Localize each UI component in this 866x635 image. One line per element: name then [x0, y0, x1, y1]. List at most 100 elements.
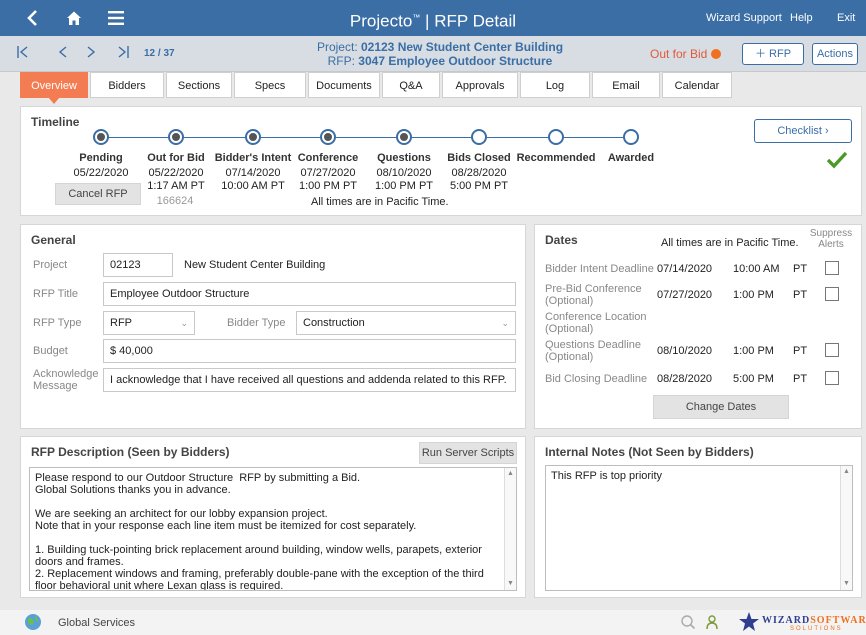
record-counter: 12 / 37	[144, 48, 175, 59]
notes-scrollbar[interactable]: ▲ ▼	[840, 466, 852, 590]
bidder-type-select[interactable]: Construction ⌄	[296, 311, 516, 335]
scroll-up-icon[interactable]: ▲	[841, 466, 852, 478]
bidder-type-label: Bidder Type	[227, 317, 286, 329]
wizard-software-logo: WIZARDSOFTWARE	[762, 615, 866, 626]
timeline-node-2	[245, 129, 261, 145]
rfp-type-select[interactable]: RFP ⌄	[103, 311, 195, 335]
dates-title: Dates	[545, 233, 578, 247]
add-rfp-button[interactable]: ＋ RFP	[742, 43, 804, 65]
description-text: Please respond to our Outdoor Structure …	[35, 472, 484, 591]
tab-log[interactable]: Log	[520, 72, 590, 98]
tab-calendar[interactable]: Calendar	[662, 72, 732, 98]
rfp-title-field[interactable]: Employee Outdoor Structure	[103, 282, 516, 306]
rfp-type-value: RFP	[110, 317, 132, 329]
timeline-node-4	[396, 129, 412, 145]
rfp-type-label: RFP Type	[33, 317, 82, 329]
date-row-time: 1:00 PM	[733, 289, 774, 301]
timeline-stage-label: Awarded	[607, 152, 655, 164]
tab-specs[interactable]: Specs	[234, 72, 306, 98]
back-icon[interactable]	[14, 0, 50, 36]
wizard-support-link[interactable]: Wizard Support	[706, 0, 782, 36]
date-row-label: Pre-Bid Conference (Optional)	[545, 283, 642, 307]
date-row-date: 08/10/2020	[657, 345, 713, 357]
tab-email[interactable]: Email	[592, 72, 660, 98]
tab-approvals[interactable]: Approvals	[442, 72, 518, 98]
suppress-alert-checkbox[interactable]	[825, 371, 839, 385]
wizard-star-icon	[738, 611, 760, 635]
acknowledge-message-field[interactable]: I acknowledge that I have received all q…	[103, 368, 516, 392]
tab-qa[interactable]: Q&A	[382, 72, 440, 98]
exit-link[interactable]: Exit	[837, 0, 855, 36]
record-navigation: 12 / 37 Project: 02123 New Student Cente…	[0, 36, 866, 72]
bidder-type-value: Construction	[303, 317, 365, 329]
last-record-icon[interactable]	[112, 36, 134, 72]
timeline-node-7	[623, 129, 639, 145]
date-row-tz: PT	[793, 263, 808, 275]
checklist-button[interactable]: Checklist ›	[754, 119, 852, 143]
date-row-date: 07/14/2020	[657, 263, 713, 275]
description-scrollbar[interactable]: ▲ ▼	[504, 468, 516, 590]
project-number-field[interactable]: 02123	[103, 253, 173, 277]
scroll-up-icon[interactable]: ▲	[505, 468, 516, 480]
status-dot-icon	[711, 49, 722, 59]
timeline-stage-date: 08/28/2020	[451, 167, 507, 179]
actions-button[interactable]: Actions	[812, 43, 858, 65]
project-info: Project: 02123 New Student Center Buildi…	[316, 40, 564, 68]
menu-icon[interactable]	[98, 0, 134, 36]
first-record-icon[interactable]	[12, 36, 34, 72]
next-record-icon[interactable]	[80, 36, 102, 72]
globe-icon	[24, 613, 42, 634]
notes-textarea[interactable]: This RFP is top priority ▲ ▼	[545, 465, 853, 591]
suppress-alerts-header: Suppress Alerts	[809, 228, 853, 250]
rfp-reference-number: 166624	[156, 195, 194, 207]
scroll-down-icon[interactable]: ▼	[505, 578, 516, 590]
project-label: Project	[33, 259, 68, 271]
company-name: Global Services	[58, 617, 136, 629]
timeline-node-0	[93, 129, 109, 145]
date-row-time: 10:00 AM	[733, 263, 780, 275]
scroll-down-icon[interactable]: ▼	[841, 578, 852, 590]
tab-bidders[interactable]: Bidders	[90, 72, 164, 98]
timeline-title: Timeline	[31, 115, 80, 129]
help-link[interactable]: Help	[790, 0, 813, 36]
timeline-node-5	[471, 129, 487, 145]
timezone-note: All times are in Pacific Time.	[311, 196, 449, 208]
timeline-panel: Timeline Pending 05/22/2020 Out for Bid 05/…	[20, 106, 862, 216]
date-row-time: 1:00 PM	[733, 345, 774, 357]
timeline-node-1	[168, 129, 184, 145]
timeline-node-3	[320, 129, 336, 145]
general-title: General	[31, 233, 76, 247]
run-server-scripts-button[interactable]: Run Server Scripts	[419, 442, 517, 464]
status-badge: Out for Bid	[650, 36, 722, 72]
user-icon[interactable]	[705, 614, 721, 633]
timeline-stage-time: 5:00 PM PT	[449, 180, 509, 192]
chevron-down-icon: ⌄	[501, 318, 509, 328]
date-row-tz: PT	[793, 345, 808, 357]
date-row-label: Bid Closing Deadline	[545, 373, 648, 385]
notes-panel: Internal Notes (Not Seen by Bidders) Thi…	[534, 436, 862, 598]
date-row-label: Conference Location (Optional)	[545, 311, 647, 335]
date-row-tz: PT	[793, 289, 808, 301]
date-row-time: 5:00 PM	[733, 373, 774, 385]
previous-record-icon[interactable]	[52, 36, 74, 72]
suppress-alert-checkbox[interactable]	[825, 261, 839, 275]
description-textarea[interactable]: Please respond to our Outdoor Structure …	[29, 467, 517, 591]
budget-label: Budget	[33, 345, 68, 357]
date-row-date: 08/28/2020	[657, 373, 713, 385]
tab-overview[interactable]: Overview	[20, 72, 88, 104]
change-dates-button[interactable]: Change Dates	[653, 395, 789, 419]
rfp-title-label: RFP Title	[33, 288, 79, 300]
notes-text: This RFP is top priority	[551, 470, 663, 482]
search-user-icon[interactable]	[680, 614, 696, 633]
home-icon[interactable]	[56, 0, 92, 36]
suppress-alert-checkbox[interactable]	[825, 343, 839, 357]
budget-field[interactable]: $ 40,000	[103, 339, 516, 363]
top-bar: Projecto™ | RFP Detail Wizard Support He…	[0, 0, 866, 36]
check-icon	[826, 151, 848, 172]
suppress-alert-checkbox[interactable]	[825, 287, 839, 301]
tab-sections[interactable]: Sections	[166, 72, 232, 98]
date-row-label: Questions Deadline (Optional)	[545, 339, 642, 363]
tab-documents[interactable]: Documents	[308, 72, 380, 98]
date-row-tz: PT	[793, 373, 808, 385]
general-panel: General Project 02123 New Student Center…	[20, 224, 526, 429]
